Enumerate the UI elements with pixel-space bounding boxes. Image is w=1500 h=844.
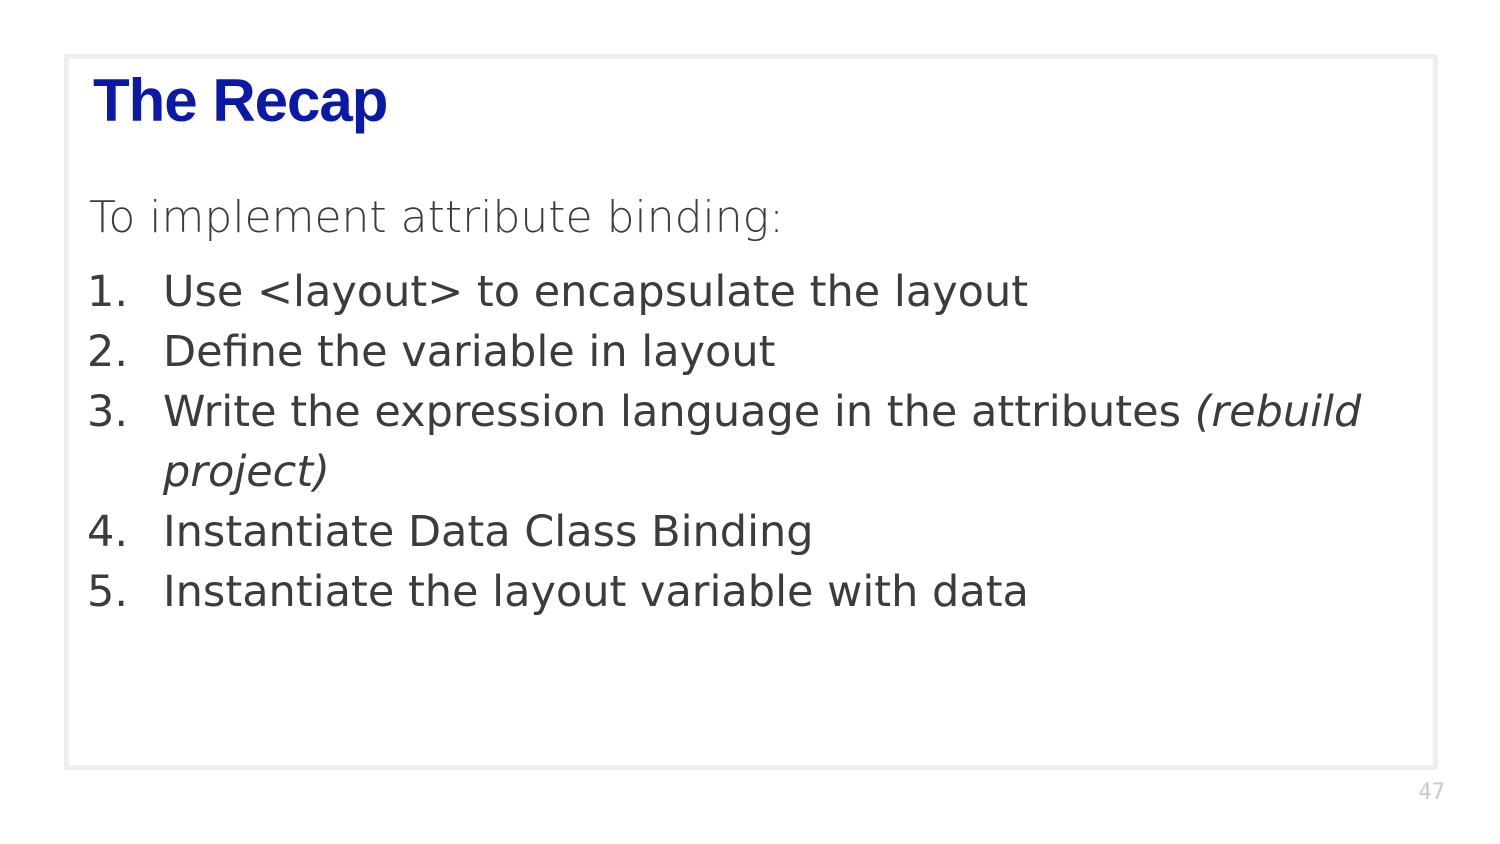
list-item: 5. Instantiate the layout variable with … bbox=[80, 562, 1425, 622]
intro-text: To implement attribute binding: bbox=[89, 192, 784, 243]
list-item: 2. Define the variable in layout bbox=[80, 322, 1425, 382]
step-text: Use <layout> to encapsulate the layout bbox=[163, 267, 1029, 317]
step-number: 1. bbox=[86, 267, 128, 317]
list-item: 3. Write the expression language in the … bbox=[80, 382, 1425, 502]
step-text: Instantiate Data Class Binding bbox=[163, 507, 814, 557]
step-number: 5. bbox=[86, 567, 128, 617]
step-number: 2. bbox=[86, 327, 128, 377]
step-number: 3. bbox=[86, 387, 128, 437]
step-text: Define the variable in layout bbox=[163, 327, 776, 377]
step-text: Instantiate the layout variable with dat… bbox=[163, 567, 1029, 617]
list-item: 4. Instantiate Data Class Binding bbox=[80, 502, 1425, 562]
step-text: Write the expression language in the att… bbox=[163, 387, 1195, 437]
step-number: 4. bbox=[86, 507, 128, 557]
steps-list: 1. Use <layout> to encapsulate the layou… bbox=[80, 262, 1425, 622]
page-number: 47 bbox=[1418, 780, 1446, 805]
slide-title: The Recap bbox=[93, 67, 388, 134]
list-item: 1. Use <layout> to encapsulate the layou… bbox=[80, 262, 1425, 322]
